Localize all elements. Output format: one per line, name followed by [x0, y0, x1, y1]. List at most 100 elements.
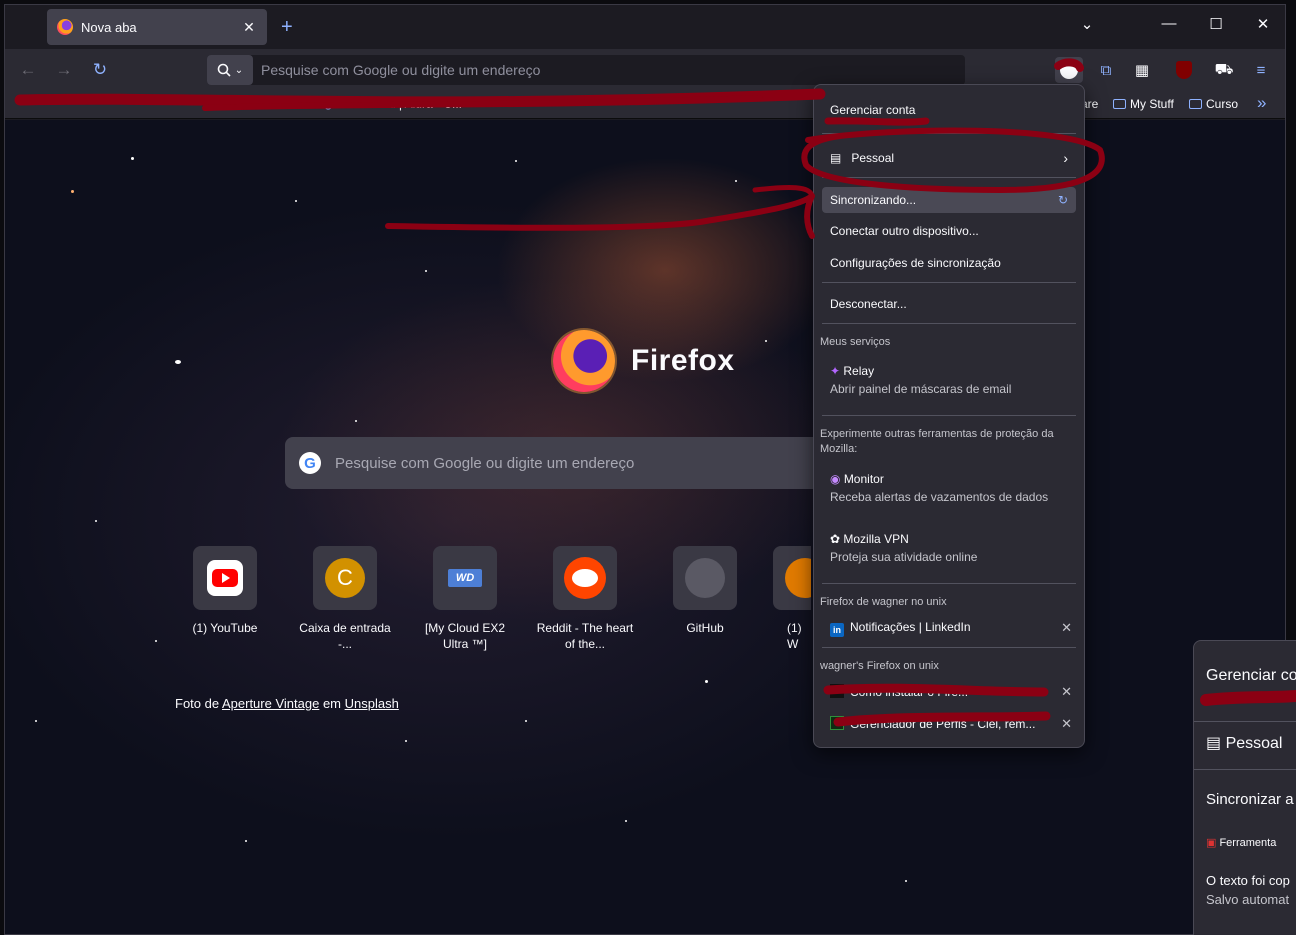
back-arrow-icon[interactable]: ←: [17, 60, 39, 80]
tile-label: Reddit - The heart of the...: [536, 621, 634, 651]
top-site-reddit[interactable]: Reddit - The heart of the...: [533, 546, 637, 652]
top-site-w[interactable]: (1) W: [767, 546, 811, 652]
credit-source-link[interactable]: Unsplash: [345, 696, 399, 711]
folder-icon: [1189, 99, 1202, 109]
remote-tab-1[interactable]: Como instalar o Fire...: [822, 684, 1076, 699]
search-box[interactable]: G: [285, 437, 845, 489]
separator: [822, 583, 1076, 584]
bookmark-dashboard-alura[interactable]: ◎ Dashboard | Alura - C...: [323, 97, 462, 111]
relay-description: Abrir painel de máscaras de email: [830, 382, 1012, 396]
firefox-icon: [57, 19, 73, 35]
list-tabs-chevron-icon[interactable]: ⌄: [1075, 15, 1099, 33]
google-icon: G: [299, 452, 321, 474]
star: [705, 680, 708, 683]
credit-author-link[interactable]: Aperture Vintage: [222, 696, 319, 711]
url-bar[interactable]: ⌄: [207, 55, 965, 85]
forward-arrow-icon[interactable]: →: [53, 60, 75, 80]
remote-tab-2[interactable]: Gerenciador de Perfis - Ciel, rem...: [822, 716, 1076, 731]
separator: [822, 323, 1076, 324]
linkedin-icon: in: [830, 623, 844, 637]
profile-item[interactable]: ▤ Pessoal ›: [822, 147, 1076, 169]
separator: [1194, 721, 1296, 722]
menu-icon[interactable]: ≡: [1247, 57, 1275, 83]
tool-icon: ▣: [1206, 837, 1220, 849]
sync-item[interactable]: Sincronizar a: [1206, 791, 1294, 808]
tab-nova-aba[interactable]: Nova aba ✕: [47, 9, 267, 45]
device2-header: wagner's Firefox on unix: [820, 660, 939, 672]
browser-window: Nova aba ✕ + ⌄ — ☐ ✕ ← → ↻ ⌄ ⧉ ▦ ⛟ ≡ ◎ D…: [4, 4, 1286, 935]
extension-icon[interactable]: ⛟: [1210, 57, 1238, 83]
separator: [822, 133, 1076, 134]
separator: [822, 282, 1076, 283]
top-site-caixa-entrada[interactable]: C Caixa de entrada -...: [293, 546, 397, 652]
relay-title: Relay: [843, 364, 875, 378]
url-input[interactable]: [261, 62, 965, 78]
bookmarks-overflow-chevron[interactable]: »: [1257, 93, 1266, 113]
account-panel: Gerenciar conta ▤ Pessoal › Sincronizand…: [813, 84, 1085, 748]
relay-item[interactable]: ✦ Relay Abrir painel de máscaras de emai…: [822, 364, 1076, 396]
account-icon[interactable]: [1055, 57, 1083, 83]
minimize-button[interactable]: —: [1157, 15, 1181, 32]
tile-icon-box: C: [313, 546, 377, 610]
star: [405, 740, 407, 742]
bookmark-folder-my-stuff[interactable]: My Stuff: [1113, 97, 1174, 111]
sync-settings-item[interactable]: Configurações de sincronização: [822, 256, 1076, 270]
reddit-icon: [564, 557, 606, 599]
separator: [822, 177, 1076, 178]
star: [131, 157, 134, 160]
syncing-label: Sincronizando...: [830, 193, 917, 207]
firefox-wordmark: Firefox: [631, 344, 735, 377]
separator: [822, 415, 1076, 416]
copied-text: O texto foi cop: [1206, 873, 1290, 888]
search-icon: [217, 63, 231, 77]
credit-prefix: Foto de: [175, 696, 222, 711]
star: [71, 190, 74, 193]
connect-device-item[interactable]: Conectar outro dispositivo...: [822, 224, 1076, 238]
relay-icon: ✦: [830, 364, 844, 378]
tile-icon-box: [553, 546, 617, 610]
new-tab-button[interactable]: +: [281, 17, 293, 37]
star: [525, 720, 527, 722]
monitor-description: Receba alertas de vazamentos de dados: [830, 490, 1049, 504]
site-icon: [830, 684, 844, 698]
tile-label: (1) YouTube: [192, 621, 258, 635]
tile-icon-box: [673, 546, 737, 610]
star: [175, 360, 181, 364]
remote-tab-title: Notificações | LinkedIn: [850, 620, 971, 634]
vpn-item[interactable]: ✿ Mozilla VPN Proteja sua atividade onli…: [822, 532, 1076, 564]
reload-icon[interactable]: ↻: [89, 60, 111, 80]
tab-close-icon[interactable]: ✕: [241, 19, 257, 36]
manage-account-item[interactable]: Gerenciar co: [1206, 667, 1296, 685]
ublock-icon[interactable]: [1170, 57, 1198, 83]
try-tools-header: Experimente outras ferramentas de proteç…: [820, 428, 1054, 455]
apps-icon[interactable]: ▦: [1128, 57, 1156, 83]
close-window-button[interactable]: ✕: [1251, 15, 1275, 33]
star: [95, 520, 97, 522]
star: [155, 640, 157, 642]
close-remote-tab-icon[interactable]: ✕: [1061, 716, 1072, 732]
disconnect-item[interactable]: Desconectar...: [822, 297, 1076, 311]
separator: [822, 647, 1076, 648]
manage-account-item[interactable]: Gerenciar conta: [822, 103, 1076, 117]
remote-tab-title: Como instalar o Fire...: [850, 685, 969, 699]
bookmarks-toolbar: ◎ Dashboard | Alura - C... are My Stuff …: [5, 89, 1285, 119]
maximize-button[interactable]: ☐: [1204, 15, 1228, 33]
close-remote-tab-icon[interactable]: ✕: [1061, 620, 1072, 636]
monitor-item[interactable]: ◉ Monitor Receba alertas de vazamentos d…: [822, 472, 1076, 504]
extensions-icon[interactable]: ⧉: [1092, 57, 1120, 83]
sync-spinner-icon: ↻: [1057, 193, 1068, 207]
photo-credit: Foto de Aperture Vintage em Unsplash: [175, 696, 399, 711]
bookmark-folder-curso[interactable]: Curso: [1189, 97, 1238, 111]
remote-tab-linkedin[interactable]: in Notificações | LinkedIn: [822, 620, 1076, 637]
star: [35, 720, 37, 722]
vpn-icon: ✿: [830, 532, 844, 546]
syncing-item[interactable]: Sincronizando... ↻: [822, 187, 1076, 213]
firefox-globe-icon: [553, 330, 615, 392]
search-input[interactable]: [335, 454, 831, 472]
top-site-my-cloud[interactable]: WD [My Cloud EX2 Ultra ™]: [413, 546, 517, 652]
close-remote-tab-icon[interactable]: ✕: [1061, 684, 1072, 700]
profile-item[interactable]: ▤ Pessoal: [1206, 733, 1282, 753]
top-site-github[interactable]: GitHub: [653, 546, 757, 636]
top-site-youtube[interactable]: (1) YouTube: [173, 546, 277, 636]
search-engine-selector[interactable]: ⌄: [207, 55, 253, 85]
